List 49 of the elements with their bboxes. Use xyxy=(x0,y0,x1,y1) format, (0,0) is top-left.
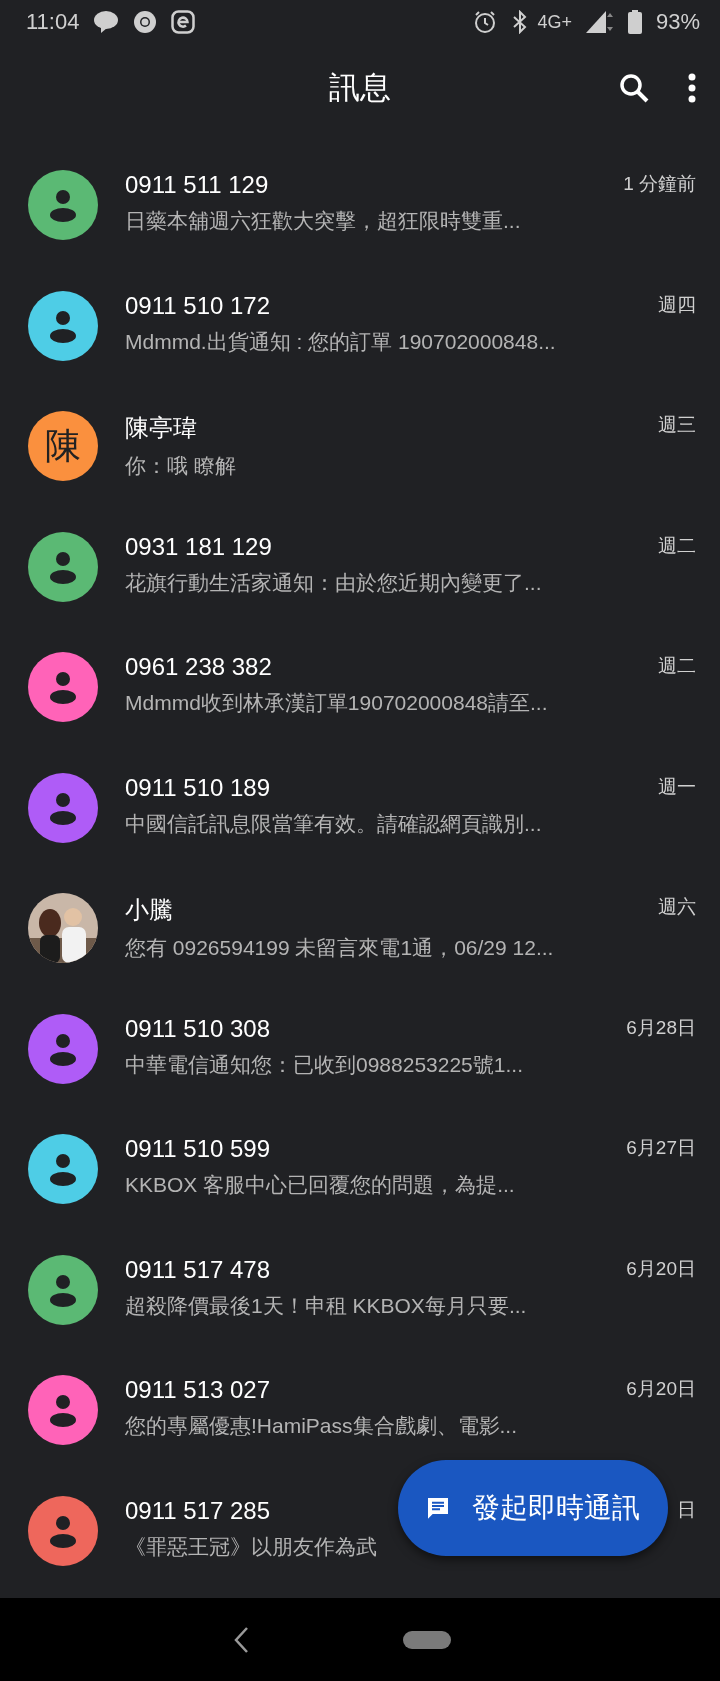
message-preview: 中國信託訊息限當筆有效。請確認網頁識別... xyxy=(125,810,542,837)
message-time: 週二 xyxy=(658,533,696,558)
message-preview: 《罪惡王冠》以朋友作為武 xyxy=(125,1533,377,1560)
message-preview: KKBOX 客服中心已回覆您的問題，為提... xyxy=(125,1172,515,1198)
contact-avatar: 陳 xyxy=(28,411,98,482)
message-preview: 花旗行動生活家通知：由於您近期內變更了... xyxy=(125,569,542,596)
clock: 11:04 xyxy=(26,9,80,35)
contact-name: 0911 513 027 xyxy=(125,1376,271,1404)
message-preview: 您的專屬優惠!HamiPass集合戲劇、電影... xyxy=(125,1413,518,1439)
contact-name: 0931 181 129 xyxy=(125,532,272,561)
contact-name: 陳亭瑋 xyxy=(125,413,197,443)
contact-name: 0911 510 599 xyxy=(125,1135,271,1163)
message-time: 日 xyxy=(677,1497,696,1522)
message-time: 週六 xyxy=(658,895,696,919)
app-title: 訊息 xyxy=(329,69,391,107)
message-preview: 中華電信通知您：已收到0988253225號1... xyxy=(125,1051,523,1078)
browser-icon xyxy=(133,10,158,34)
message-time: 6月27日 xyxy=(626,1136,696,1160)
contact-name: 0911 510 308 xyxy=(125,1014,271,1043)
signal-icon xyxy=(585,11,614,33)
start-chat-button[interactable]: 發起即時通訊 xyxy=(398,1460,668,1556)
message-preview: 你：哦 瞭解 xyxy=(125,453,236,479)
message-time: 6月28日 xyxy=(626,1015,696,1040)
message-preview: 超殺降價最後1天！申租 KKBOX每月只要... xyxy=(125,1292,527,1319)
message-time: 週一 xyxy=(658,774,696,799)
contact-name: 0911 511 129 xyxy=(125,171,269,199)
message-time: 週四 xyxy=(658,292,696,317)
contact-name: 0911 510 172 xyxy=(125,291,271,320)
contact-name: 0911 510 189 xyxy=(125,773,271,802)
message-time: 週二 xyxy=(658,654,696,678)
message-preview: 您有 0926594199 未留言來電1通，06/29 12... xyxy=(125,935,554,961)
message-time: 週三 xyxy=(658,413,696,437)
message-time: 1 分鐘前 xyxy=(623,172,696,196)
message-time: 6月20日 xyxy=(626,1256,696,1281)
contact-name: 0911 517 478 xyxy=(125,1255,271,1284)
app-icon xyxy=(171,10,196,34)
message-preview: 日藥本舖週六狂歡大突擊，超狂限時雙重... xyxy=(125,208,521,234)
message-preview: Mdmmd收到林承漢訂單190702000848請至... xyxy=(125,690,548,716)
network-type: 4G+ xyxy=(537,11,572,33)
message-preview: Mdmmd.出貨通知 : 您的訂單 190702000848... xyxy=(125,328,556,355)
contact-name: 0961 238 382 xyxy=(125,653,272,681)
message-time: 6月20日 xyxy=(626,1377,696,1401)
contact-name: 0911 517 285 xyxy=(125,1496,271,1525)
battery-level: 93% xyxy=(655,9,700,35)
alarm-icon xyxy=(473,10,498,34)
battery-icon xyxy=(627,10,642,34)
chat-bubble-icon xyxy=(93,10,120,34)
home-button[interactable] xyxy=(403,1630,451,1649)
contact-name: 小騰 xyxy=(125,895,173,925)
